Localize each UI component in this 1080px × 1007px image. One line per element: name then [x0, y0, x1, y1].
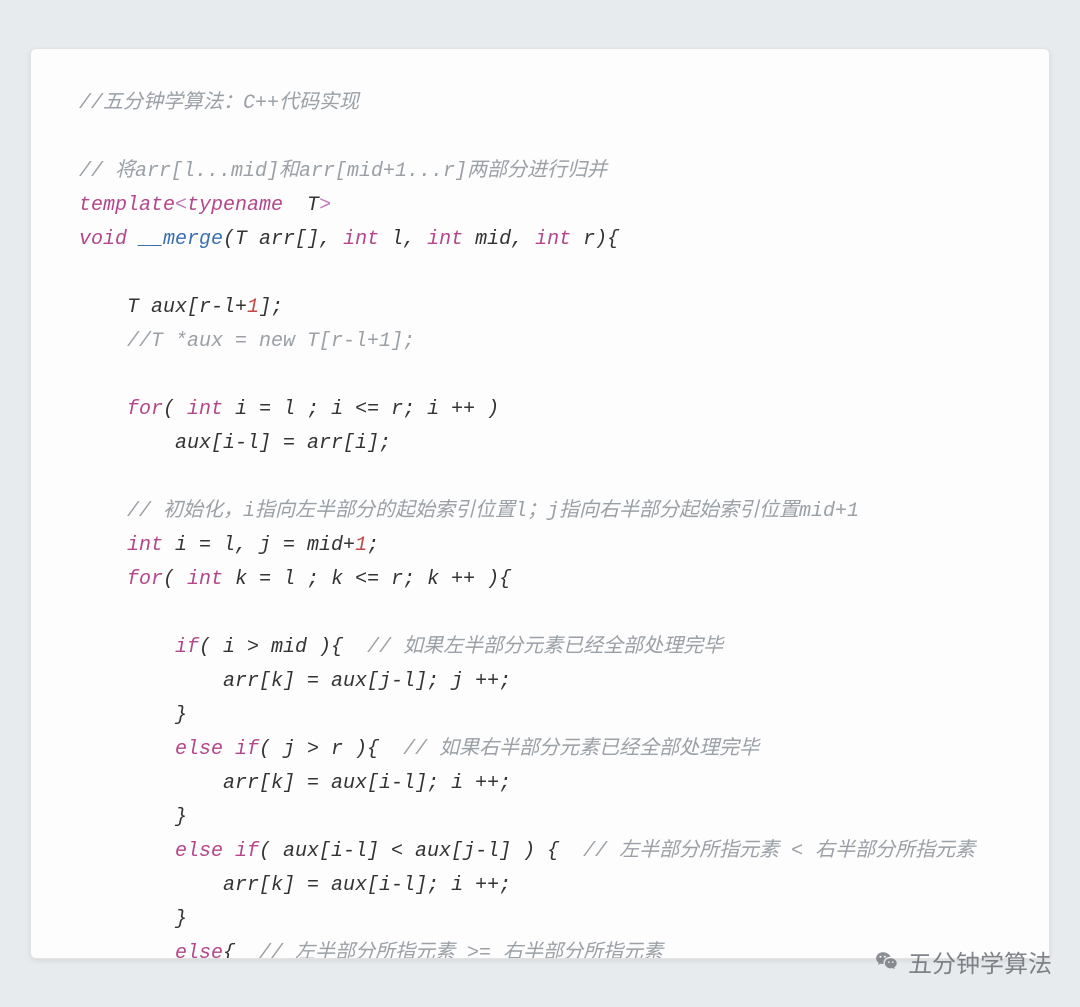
code-keyword: int	[427, 228, 463, 251]
code-text: ( i > mid ){	[199, 636, 367, 659]
code-text: ];	[259, 296, 283, 319]
code-text: aux[i-l] = arr[i];	[175, 432, 391, 455]
code-text: }	[175, 908, 187, 931]
code-text: }	[175, 806, 187, 829]
code-keyword: int	[535, 228, 571, 251]
code-num: 1	[247, 296, 259, 319]
code-text: ( j > r ){	[259, 738, 403, 761]
code-keyword: int	[187, 568, 223, 591]
code-keyword: void	[79, 228, 127, 251]
code-keyword: int	[127, 534, 163, 557]
code-comment: // 左半部分所指元素 >= 右半部分所指元素	[259, 942, 663, 959]
code-text: i = l ; i <= r; i ++ )	[223, 398, 499, 421]
code-keyword: template	[79, 194, 175, 217]
code-keyword: else	[175, 942, 223, 959]
code-text: arr[k] = aux[i-l]; i ++;	[223, 874, 511, 897]
code-text: k = l ; k <= r; k ++ ){	[223, 568, 511, 591]
code-comment: //T *aux = new T[r-l+1];	[127, 330, 415, 353]
watermark: 五分钟学算法	[874, 944, 1052, 979]
code-keyword: int	[187, 398, 223, 421]
code-num: 1	[355, 534, 367, 557]
code-keyword: for	[127, 398, 163, 421]
code-keyword: typename	[187, 194, 283, 217]
wechat-icon	[874, 949, 900, 975]
code-text: l,	[379, 228, 427, 251]
code-comment: // 如果左半部分元素已经全部处理完毕	[367, 636, 723, 659]
code-keyword: int	[343, 228, 379, 251]
code-text: (	[163, 398, 187, 421]
code-text: arr[k] = aux[j-l]; j ++;	[223, 670, 511, 693]
code-text: arr[k] = aux[i-l]; i ++;	[223, 772, 511, 795]
code-text: }	[175, 704, 187, 727]
code-angle: <	[175, 194, 187, 217]
code-card: //五分钟学算法：C++代码实现 // 将arr[l...mid]和arr[mi…	[30, 48, 1050, 959]
code-text: ;	[367, 534, 379, 557]
code-keyword: for	[127, 568, 163, 591]
code-comment: // 将arr[l...mid]和arr[mid+1...r]两部分进行归并	[79, 160, 607, 183]
watermark-text: 五分钟学算法	[908, 944, 1052, 979]
code-comment: // 左半部分所指元素 < 右半部分所指元素	[583, 840, 975, 863]
code-text: mid,	[463, 228, 535, 251]
code-text: r){	[571, 228, 619, 251]
code-text: i = l, j = mid+	[163, 534, 355, 557]
code-text: T aux[r-l+	[127, 296, 247, 319]
code-keyword: if	[175, 636, 199, 659]
code-comment: // 如果右半部分元素已经全部处理完毕	[403, 738, 759, 761]
code-text: {	[223, 942, 259, 959]
code-keyword: else if	[175, 738, 259, 761]
code-block: //五分钟学算法：C++代码实现 // 将arr[l...mid]和arr[mi…	[79, 87, 1019, 959]
code-comment: //五分钟学算法：C++代码实现	[79, 92, 359, 115]
code-fn: __merge	[139, 228, 223, 251]
code-keyword: else if	[175, 840, 259, 863]
code-text: T	[283, 194, 319, 217]
code-comment: // 初始化，i指向左半部分的起始索引位置l；j指向右半部分起始索引位置mid+…	[127, 500, 859, 523]
code-text: (T arr[],	[223, 228, 343, 251]
code-text: (	[163, 568, 187, 591]
code-angle: >	[319, 194, 331, 217]
code-text: ( aux[i-l] < aux[j-l] ) {	[259, 840, 583, 863]
